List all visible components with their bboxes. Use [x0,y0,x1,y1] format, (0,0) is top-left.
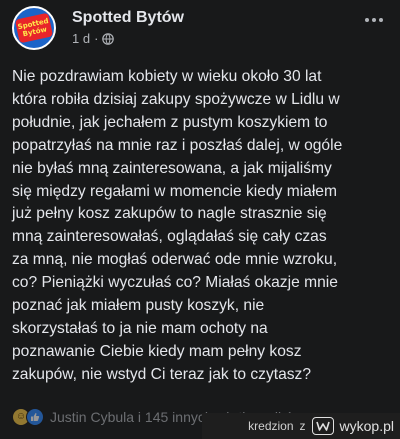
more-dot [372,18,376,22]
post-text-line: poznać jak miałem pusty koszyk, nie [12,297,265,315]
post-text-line: popatrzyłaś na mnie raz i poszłaś dalej,… [12,136,343,154]
post-time[interactable]: 1 d [72,31,90,46]
post-text-line: się między regałami w momencie kiedy mia… [12,182,337,200]
post-text-line: która robiła dzisiaj zakupy spożywcze w … [12,90,340,108]
post-text-line: co? Pieniążki wyczułaś co? Miałaś okazje… [12,274,338,292]
watermark-username: kredzion [248,419,294,433]
post-text-line: zakupów, nie wstyd Ci teraz jak to czyta… [12,365,312,383]
post-meta: 1 d · [72,31,115,46]
post-header: Spotted Bytów Spotted Bytów 1 d · [0,0,400,60]
like-reaction-icon [26,408,44,426]
post-text-line: już pełny kosz zakupów to nagle straszni… [12,205,327,223]
reaction-icons: ☺ [12,408,44,426]
page-avatar[interactable]: Spotted Bytów [12,6,56,50]
watermark-site: wykop.pl [339,418,394,434]
post-text-line: mną zainteresowałaś, oglądałaś się cały … [12,228,327,246]
post-text-line: poznawanie Ciebie kiedy mam pełny kosz [12,342,302,360]
post-text: Nie pozdrawiam kobiety w wieku około 30 … [12,66,392,387]
more-options-button[interactable] [358,8,390,32]
wykop-logo-icon [311,417,334,435]
watermark-separator: z [299,419,306,433]
post-text-line: za mną, nie mogłaś oderwać ode mnie wzro… [12,251,338,269]
post-text-line: nie byłaś mną zainteresowana, a jak mija… [12,159,332,177]
more-dots-icon [365,18,369,22]
page-name[interactable]: Spotted Bytów [72,9,184,27]
post-text-line: skorzystałaś to ja nie mam ochoty na [12,319,268,337]
globe-icon[interactable] [102,32,115,45]
post-text-line: południe, jak jechałem z pustym koszykie… [12,113,328,131]
post-text-line: Nie pozdrawiam kobiety w wieku około 30 … [12,68,322,85]
avatar-logo: Spotted Bytów [14,12,54,44]
more-dot [379,18,383,22]
meta-separator: · [94,31,99,46]
wykop-watermark: kredzion z wykop.pl [202,413,400,439]
